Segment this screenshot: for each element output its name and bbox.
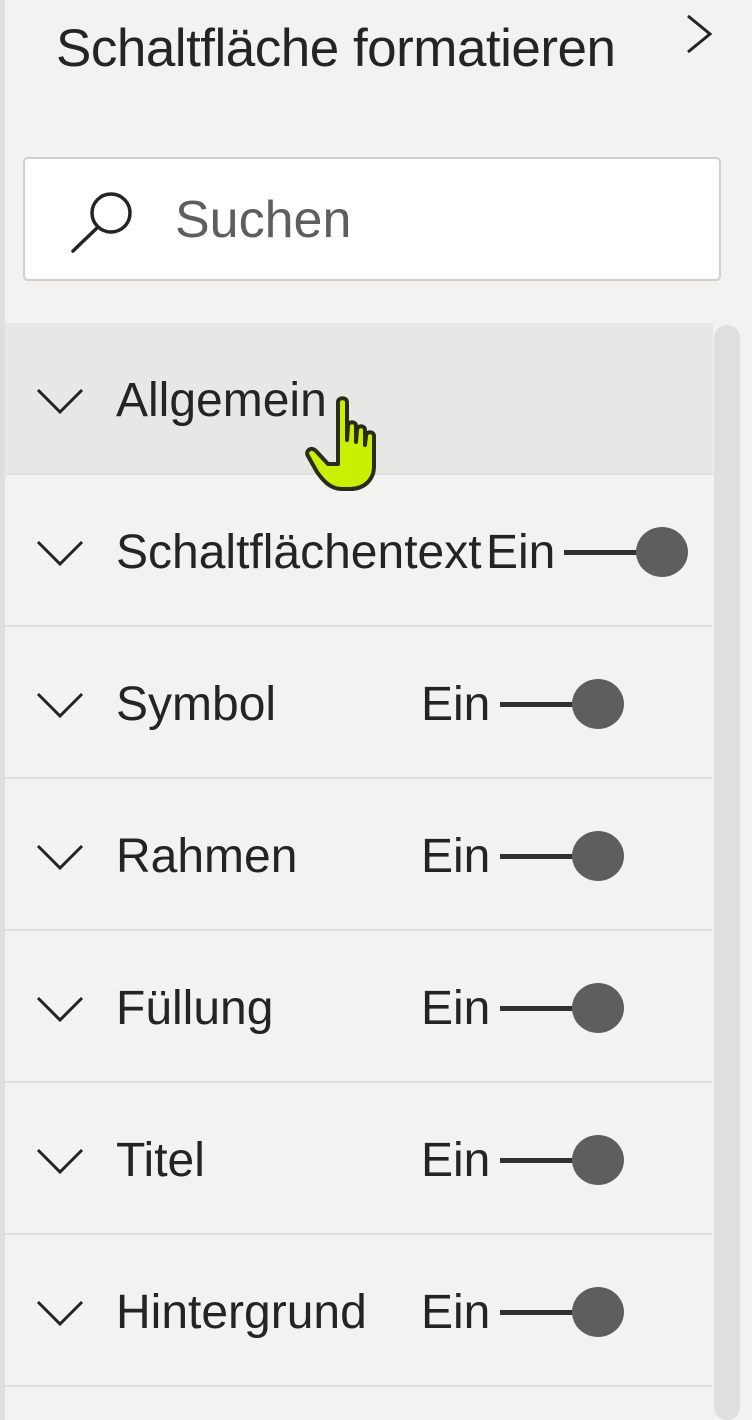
toggle-switch[interactable] xyxy=(564,527,688,577)
section-label: Allgemein xyxy=(116,374,327,427)
toggle-switch[interactable] xyxy=(500,1287,624,1337)
search-box[interactable] xyxy=(23,157,721,281)
hand-pointer-icon xyxy=(305,396,376,491)
toggle-track xyxy=(564,550,644,555)
chevron-down-icon xyxy=(36,996,84,1023)
section-label: Schaltflächentext xyxy=(116,526,482,579)
toggle-switch[interactable] xyxy=(500,1135,624,1185)
section-label: Füllung xyxy=(116,982,274,1035)
toggle-state-label: Ein xyxy=(421,1286,491,1339)
panel-header: Schaltfläche formatieren xyxy=(56,12,736,82)
toggle-track xyxy=(500,854,580,859)
toggle-switch[interactable] xyxy=(500,679,624,729)
section-hintergrund[interactable]: Hintergrund Ein xyxy=(5,1235,713,1387)
toggle-track xyxy=(500,1158,580,1163)
toggle-knob xyxy=(572,983,624,1033)
toggle-state-label: Ein xyxy=(486,526,556,579)
chevron-right-icon xyxy=(687,14,713,54)
toggle-switch[interactable] xyxy=(500,831,624,881)
toggle-knob xyxy=(572,1287,624,1337)
section-label: Rahmen xyxy=(116,830,298,883)
section-fuellung[interactable]: Füllung Ein xyxy=(5,931,713,1083)
toggle-state-label: Ein xyxy=(421,1134,491,1187)
collapse-pane-button[interactable] xyxy=(680,12,720,56)
search-input[interactable] xyxy=(175,187,695,253)
toggle-state-label: Ein xyxy=(421,830,491,883)
section-label: Symbol xyxy=(116,678,277,731)
section-label: Hintergrund xyxy=(116,1286,367,1339)
chevron-down-icon xyxy=(36,1148,84,1175)
toggle-track xyxy=(500,702,580,707)
section-rahmen[interactable]: Rahmen Ein xyxy=(5,779,713,931)
chevron-down-icon xyxy=(36,388,84,415)
section-label: Titel xyxy=(116,1134,205,1187)
toggle-track xyxy=(500,1310,580,1315)
search-icon xyxy=(71,192,132,253)
scrollbar-thumb[interactable] xyxy=(714,325,740,1420)
toggle-track xyxy=(500,1006,580,1011)
toggle-knob xyxy=(636,527,688,577)
section-titel[interactable]: Titel Ein xyxy=(5,1083,713,1235)
chevron-down-icon xyxy=(36,692,84,719)
toggle-switch[interactable] xyxy=(500,983,624,1033)
chevron-down-icon xyxy=(36,1300,84,1327)
section-schaltflaechentext[interactable]: Schaltflächentext Ein xyxy=(5,475,713,627)
toggle-state-label: Ein xyxy=(421,678,491,731)
toggle-state-label: Ein xyxy=(421,982,491,1035)
section-symbol[interactable]: Symbol Ein xyxy=(5,627,713,779)
toggle-knob xyxy=(572,679,624,729)
chevron-down-icon xyxy=(36,540,84,567)
toggle-knob xyxy=(572,831,624,881)
chevron-down-icon xyxy=(36,844,84,871)
panel-title: Schaltfläche formatieren xyxy=(56,19,616,78)
toggle-knob xyxy=(572,1135,624,1185)
